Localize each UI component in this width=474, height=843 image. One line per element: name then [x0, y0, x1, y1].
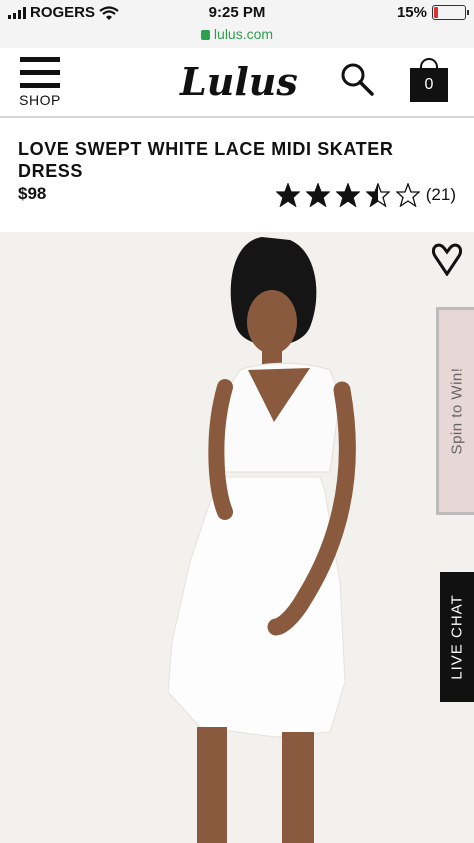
star-filled-icon: [275, 183, 300, 207]
spin-to-win-tab[interactable]: Spin to Win!: [436, 307, 474, 515]
battery-icon: [432, 5, 469, 20]
site-logo[interactable]: Lulus: [180, 58, 300, 108]
spin-to-win-label: Spin to Win!: [448, 367, 466, 455]
star-filled-icon: [305, 183, 330, 207]
site-header: SHOP Lulus 0: [0, 48, 474, 118]
rating-stars: [275, 183, 420, 207]
product-image[interactable]: Spin to Win! LIVE CHAT: [0, 232, 474, 843]
star-half-icon: [365, 183, 390, 207]
address-bar[interactable]: lulus.com: [0, 26, 474, 48]
product-info: LOVE SWEPT WHITE LACE MIDI SKATER DRESS …: [0, 120, 474, 232]
battery-level: [434, 7, 438, 18]
url-text: lulus.com: [213, 26, 274, 42]
star-empty-icon: [395, 183, 420, 207]
status-bar: ROGERS 9:25 PM 15%: [0, 0, 474, 26]
shop-label: SHOP: [19, 92, 61, 108]
battery-info: 15%: [396, 4, 469, 21]
hamburger-icon: [20, 57, 60, 62]
product-title: LOVE SWEPT WHITE LACE MIDI SKATER DRESS: [18, 139, 394, 181]
shop-menu-button[interactable]: SHOP: [18, 57, 62, 108]
heart-icon[interactable]: [432, 242, 462, 276]
cart-count: 0: [410, 68, 448, 102]
live-chat-button[interactable]: LIVE CHAT: [440, 572, 474, 702]
product-price: $98: [18, 184, 47, 203]
live-chat-label: LIVE CHAT: [448, 594, 466, 680]
shopping-bag-button[interactable]: 0: [410, 58, 448, 102]
product-rating[interactable]: (21): [275, 183, 456, 207]
product-photo: [167, 237, 356, 843]
star-filled-icon: [335, 183, 360, 207]
lock-icon: [200, 30, 210, 40]
review-count[interactable]: (21): [426, 185, 456, 205]
battery-percent: 15%: [396, 4, 427, 21]
search-icon[interactable]: [340, 62, 374, 96]
